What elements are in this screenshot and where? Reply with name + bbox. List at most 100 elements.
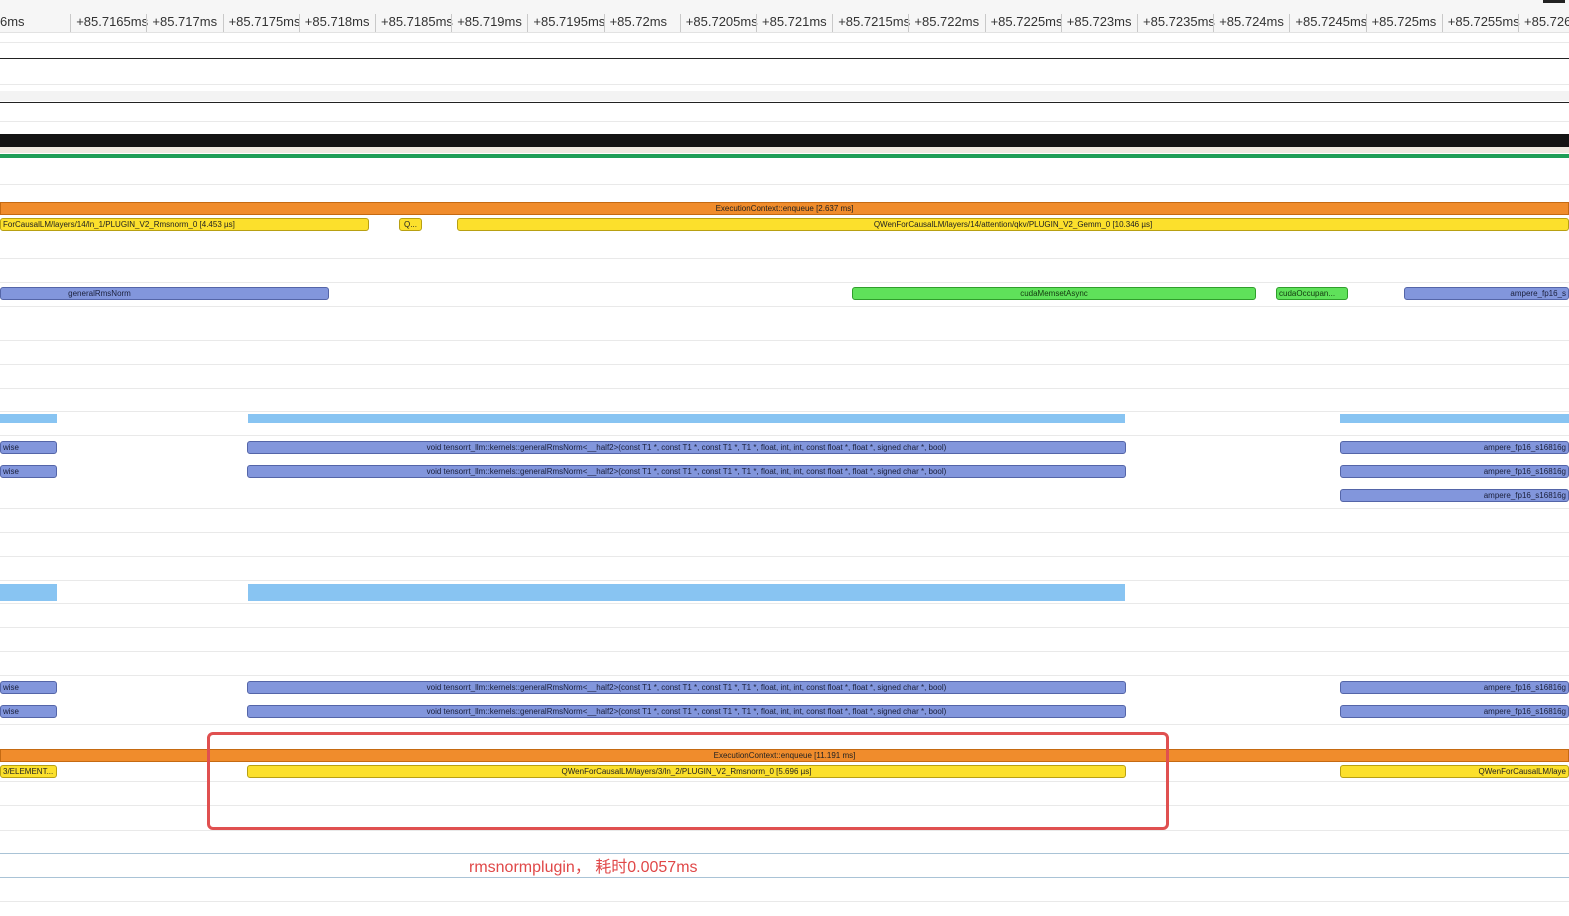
general-rms-norm-api[interactable]: generalRmsNorm [0, 287, 329, 300]
rmsnorm-kernel[interactable]: void tensorrt_llm::kernels::generalRmsNo… [247, 681, 1126, 694]
row-divider [0, 435, 1569, 436]
ruler-tick-label: +85.7175ms [228, 14, 301, 29]
ampere-gemm-kernel[interactable]: ampere_fp16_s16816g [1340, 441, 1569, 454]
ruler-tick [679, 14, 681, 32]
ruler-tick-label: +85.7215ms [838, 14, 911, 29]
cuda-occupancy-api[interactable]: cudaOccupan... [1276, 287, 1348, 300]
row-divider [0, 42, 1569, 43]
ruler-tick-label: +85.7245ms [1295, 14, 1368, 29]
row-divider [0, 675, 1569, 676]
gpu-memory-band [0, 147, 1569, 153]
ruler-tick-label: +85.7185ms [381, 14, 453, 29]
ruler-tick [1060, 14, 1062, 32]
kernel-activity-bar [248, 584, 1125, 601]
rmsnorm-plugin-range[interactable]: ForCausalLM/layers/14/ln_1/PLUGIN_V2_Rms… [0, 218, 369, 231]
ruler-tick [146, 14, 148, 32]
row-divider [0, 532, 1569, 533]
ruler-tick-label: +85.726ms [1524, 14, 1569, 29]
kernel-activity-bar [0, 584, 57, 601]
ruler-tick [298, 14, 300, 32]
row-divider [0, 580, 1569, 581]
row-divider [0, 853, 1569, 854]
highlight-box [207, 732, 1169, 830]
cuda-memset-api[interactable]: cudaMemsetAsync [852, 287, 1256, 300]
row-divider [0, 102, 1569, 103]
kernel-activity-bar [0, 414, 57, 423]
gemm-plugin-range[interactable]: QWenForCausalLM/layers/14/attention/qkv/… [457, 218, 1569, 231]
row-divider [0, 724, 1569, 725]
ruler-tick-label: +85.722ms [914, 14, 980, 29]
row-divider [0, 184, 1569, 185]
ruler-tick [984, 14, 986, 32]
rmsnorm-kernel[interactable]: void tensorrt_llm::kernels::generalRmsNo… [247, 705, 1126, 718]
rmsnorm-kernel[interactable]: void tensorrt_llm::kernels::generalRmsNo… [247, 465, 1126, 478]
row-divider [0, 58, 1569, 59]
elementwise-kernel[interactable]: wise [0, 705, 57, 718]
small-plugin-range[interactable]: Q... [399, 218, 422, 231]
ampere-gemm-kernel[interactable]: ampere_fp16_s16816g [1340, 681, 1569, 694]
time-ruler[interactable]: 6ms +85.7165ms +85.717ms +85.7175ms +85.718m… [0, 0, 1569, 33]
row-divider [0, 340, 1569, 341]
ruler-tick-label: 6ms [0, 14, 25, 29]
ruler-tick [1289, 14, 1291, 32]
row-divider [0, 411, 1569, 412]
row-divider [0, 877, 1569, 878]
enqueue-range[interactable]: ExecutionContext::enqueue [2.637 ms] [0, 202, 1569, 215]
ruler-tick-label: +85.7235ms [1143, 14, 1215, 29]
ruler-tick-label: +85.72ms [609, 14, 668, 29]
row-divider [0, 830, 1569, 831]
row-divider [0, 901, 1569, 902]
ampere-gemm-api[interactable]: ampere_fp16_s [1404, 287, 1569, 300]
ruler-tick-label: +85.7205ms [685, 14, 758, 29]
row-divider [0, 627, 1569, 628]
ruler-tick-label: +85.723ms [1066, 14, 1132, 29]
ruler-tick-label: +85.7195ms [533, 14, 606, 29]
row-band [0, 91, 1569, 101]
ruler-tick [756, 14, 757, 32]
ruler-tick [1441, 14, 1443, 32]
ruler-tick [1213, 14, 1215, 32]
ruler-tick-label: +85.725ms [1371, 14, 1437, 29]
ampere-gemm-kernel[interactable]: ampere_fp16_s16816g [1340, 489, 1569, 502]
rmsnorm-kernel[interactable]: void tensorrt_llm::kernels::generalRmsNo… [247, 441, 1126, 454]
row-divider [0, 306, 1569, 307]
ampere-gemm-kernel[interactable]: ampere_fp16_s16816g [1340, 705, 1569, 718]
ruler-tick-label: +85.7255ms [1447, 14, 1520, 29]
row-divider [0, 258, 1569, 259]
row-divider [0, 603, 1569, 604]
row-divider [0, 121, 1569, 122]
ruler-tick-label: +85.724ms [1219, 14, 1284, 29]
row-divider [0, 508, 1569, 509]
ruler-tick [1365, 14, 1367, 32]
ruler-tick-label: +85.7165ms [76, 14, 149, 29]
ruler-tick-label: +85.7225ms [990, 14, 1063, 29]
ruler-tick [1137, 14, 1138, 32]
kernel-activity-bar [1340, 414, 1569, 423]
ruler-tick-label: +85.717ms [152, 14, 218, 29]
ruler-tick [222, 14, 224, 32]
ruler-tick-label: +85.721ms [762, 14, 827, 29]
row-divider [0, 364, 1569, 365]
ruler-tick [832, 14, 834, 32]
ruler-tick [908, 14, 910, 32]
row-divider [0, 84, 1569, 85]
gpu-activity-band [0, 154, 1569, 158]
row-divider [0, 556, 1569, 557]
qwen-plugin-range[interactable]: QWenForCausalLM/laye [1340, 765, 1569, 778]
ruler-tick [1518, 14, 1519, 32]
row-divider [0, 388, 1569, 389]
ruler-tick [451, 14, 453, 32]
ampere-gemm-kernel[interactable]: ampere_fp16_s16816g [1340, 465, 1569, 478]
ruler-tick [603, 14, 605, 32]
elementwise-kernel[interactable]: wise [0, 681, 57, 694]
kernel-activity-bar [248, 414, 1125, 423]
elementwise-plugin-range[interactable]: 3/ELEMENT... [0, 765, 57, 778]
ruler-corner-marker [1543, 0, 1565, 3]
ruler-tick [375, 14, 376, 32]
elementwise-kernel[interactable]: wise [0, 465, 57, 478]
ruler-tick [70, 14, 72, 32]
ruler-tick [527, 14, 529, 32]
elementwise-kernel[interactable]: wise [0, 441, 57, 454]
ruler-tick-label: +85.718ms [304, 14, 370, 29]
annotation-text: rmsnormplugin， 耗时0.0057ms [469, 859, 698, 876]
